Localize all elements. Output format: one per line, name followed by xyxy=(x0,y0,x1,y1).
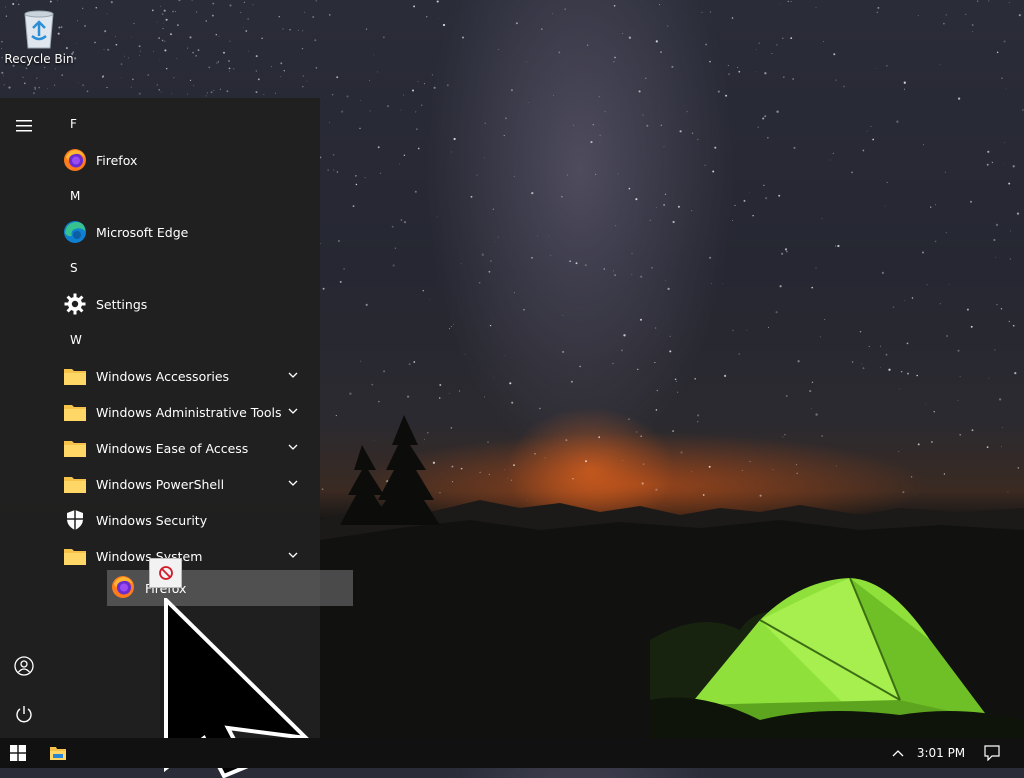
app-folder-windows-system[interactable]: Windows System xyxy=(56,538,320,574)
show-hidden-icons-button[interactable] xyxy=(884,738,912,768)
app-folder-windows-accessories[interactable]: Windows Accessories xyxy=(56,358,320,394)
power-button[interactable] xyxy=(0,694,48,734)
app-item-windows-security[interactable]: Windows Security xyxy=(56,502,320,538)
letter-header-f[interactable]: F xyxy=(56,106,320,142)
chevron-down-icon[interactable] xyxy=(288,442,298,452)
windows-start-icon xyxy=(10,745,26,761)
start-menu-rail xyxy=(0,98,48,738)
file-explorer-icon xyxy=(50,747,66,760)
app-folder-windows-administrative-tools[interactable]: Windows Administrative Tools xyxy=(56,394,320,430)
letter-header-m[interactable]: M xyxy=(56,178,320,214)
chevron-down-icon[interactable] xyxy=(288,370,298,380)
desktop-icon-recycle-bin[interactable]: Recycle Bin xyxy=(4,6,74,66)
app-folder-windows-powershell[interactable]: Windows PowerShell xyxy=(56,466,320,502)
letter-header-w[interactable]: W xyxy=(56,322,320,358)
no-drop-indicator xyxy=(149,558,182,588)
app-folder-windows-ease-of-access[interactable]: Windows Ease of Access xyxy=(56,430,320,466)
all-apps-list: F Firefox M Microsoft Edge S Settings W … xyxy=(56,106,320,574)
taskbar: 3:01 PM xyxy=(0,738,1024,768)
folder-icon xyxy=(62,399,88,425)
app-item-firefox[interactable]: Firefox xyxy=(56,142,320,178)
chevron-down-icon[interactable] xyxy=(288,478,298,488)
shield-icon xyxy=(62,507,88,533)
app-item-microsoft-edge[interactable]: Microsoft Edge xyxy=(56,214,320,250)
app-item-label: Firefox xyxy=(96,152,138,168)
power-icon xyxy=(16,706,32,723)
firefox-icon xyxy=(62,147,88,173)
chevron-down-icon[interactable] xyxy=(288,406,298,416)
app-item-label: Windows Security xyxy=(96,512,208,528)
app-item-label: Windows Accessories xyxy=(96,368,230,384)
hamburger-menu-icon xyxy=(16,120,32,132)
edge-icon xyxy=(62,219,88,245)
taskbar-file-explorer[interactable] xyxy=(40,738,76,768)
app-item-label: Windows Administrative Tools xyxy=(96,404,282,420)
no-drop-icon xyxy=(158,566,173,580)
app-item-settings[interactable]: Settings xyxy=(56,286,320,322)
taskbar-clock[interactable]: 3:01 PM xyxy=(912,738,970,768)
action-center-button[interactable] xyxy=(978,738,1006,768)
folder-icon xyxy=(62,435,88,461)
app-item-label: Settings xyxy=(96,296,148,312)
gear-icon xyxy=(62,291,88,317)
letter-header-s[interactable]: S xyxy=(56,250,320,286)
chevron-down-icon[interactable] xyxy=(288,550,298,560)
firefox-icon xyxy=(111,575,137,601)
show-hidden-icons-chevron xyxy=(892,750,904,757)
recycle-bin-icon xyxy=(19,6,59,50)
recycle-bin-label: Recycle Bin xyxy=(4,52,74,66)
folder-icon xyxy=(62,471,88,497)
app-item-label: Windows Ease of Access xyxy=(96,440,249,456)
action-center-icon xyxy=(984,745,1000,761)
user-account-button[interactable] xyxy=(0,646,48,686)
app-item-label: Microsoft Edge xyxy=(96,224,189,240)
folder-icon xyxy=(62,363,88,389)
folder-icon xyxy=(62,543,88,569)
start-button[interactable] xyxy=(0,738,36,768)
hamburger-menu-button[interactable] xyxy=(0,106,48,146)
app-item-label: Windows PowerShell xyxy=(96,476,225,492)
user-account-icon xyxy=(14,656,34,676)
